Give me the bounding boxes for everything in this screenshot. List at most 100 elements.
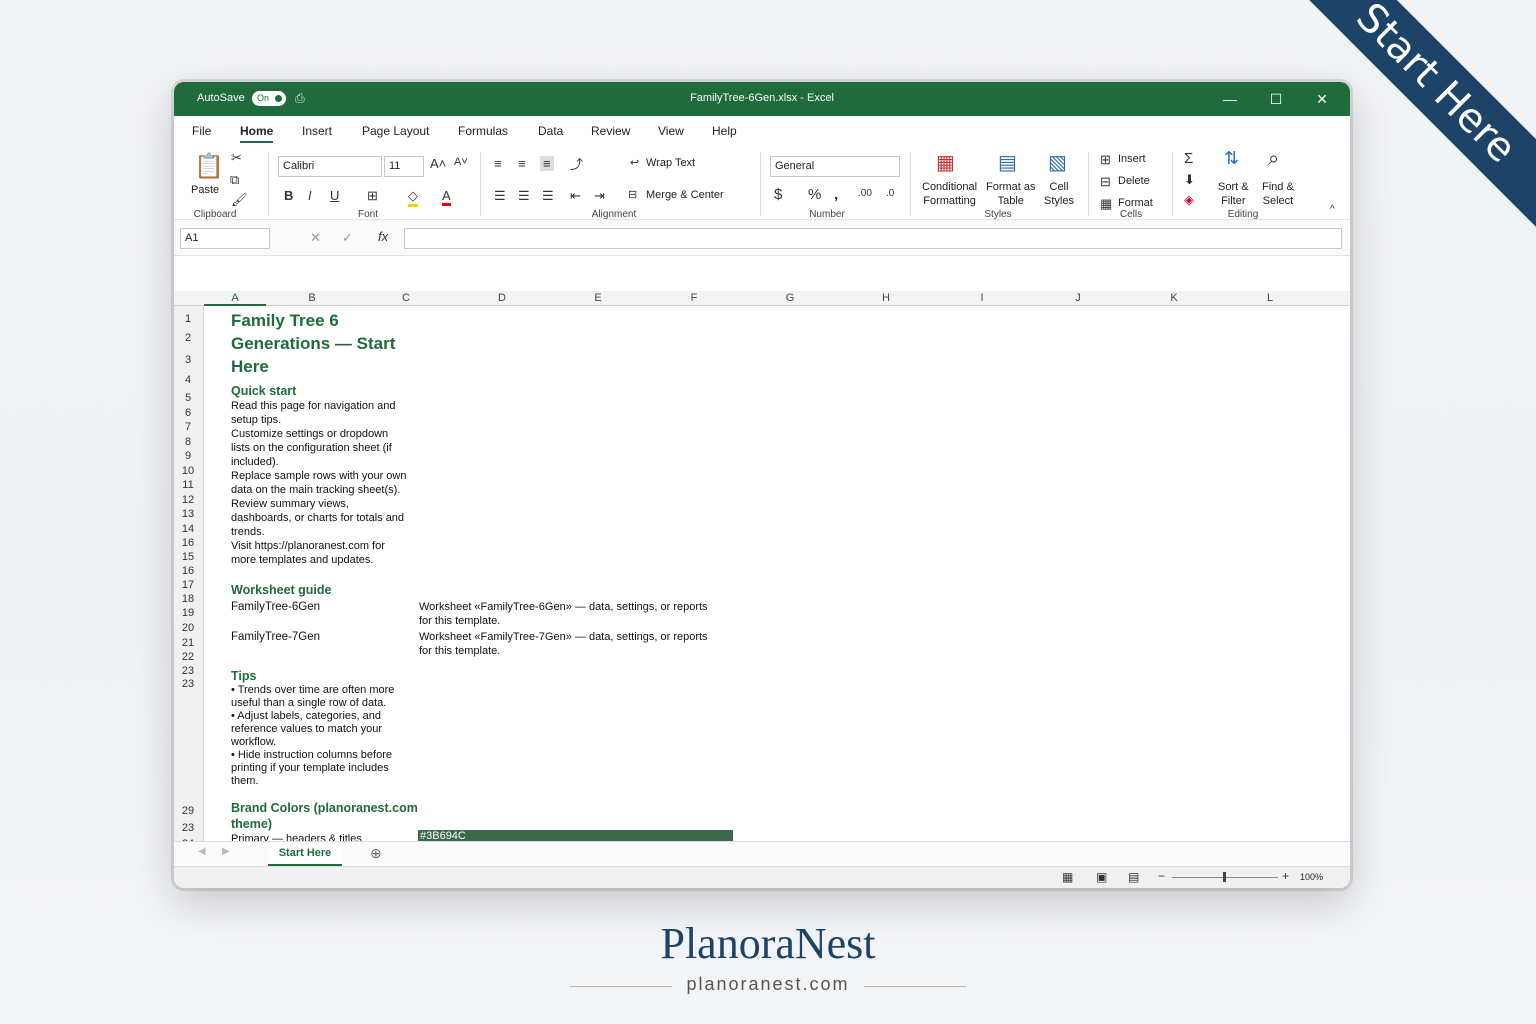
close-icon[interactable]: ✕ — [1306, 87, 1338, 111]
column-header[interactable]: G — [742, 292, 838, 304]
row-header[interactable]: 10 — [174, 465, 202, 477]
zoom-out-icon[interactable]: − — [1158, 869, 1165, 883]
row-header[interactable]: 6 — [174, 407, 202, 419]
column-header[interactable]: D — [454, 292, 550, 304]
tab-insert[interactable]: Insert — [302, 124, 332, 138]
row-header[interactable]: 7 — [174, 421, 202, 433]
row-header[interactable]: 16 — [174, 565, 202, 577]
column-header[interactable]: L — [1222, 292, 1318, 304]
comma-icon[interactable]: , — [834, 186, 838, 203]
underline-icon[interactable]: U — [330, 188, 339, 203]
column-header[interactable]: A — [204, 292, 266, 306]
tab-formulas[interactable]: Formulas — [458, 124, 508, 138]
tab-view[interactable]: View — [658, 124, 684, 138]
copy-icon[interactable]: ⧉ — [230, 172, 239, 188]
row-header[interactable]: 11 — [174, 479, 202, 491]
minimize-icon[interactable]: — — [1214, 87, 1246, 111]
tab-data[interactable]: Data — [538, 124, 563, 138]
clear-icon[interactable]: ◈ — [1184, 192, 1194, 208]
page-layout-view-icon[interactable]: ▣ — [1096, 870, 1107, 884]
merge-icon[interactable]: ⊟ — [628, 188, 637, 201]
fill-icon[interactable]: ⬇ — [1184, 172, 1195, 188]
row-header[interactable]: 21 — [174, 637, 202, 649]
row-header[interactable]: 20 — [174, 622, 202, 634]
row-header[interactable]: 15 — [174, 551, 202, 563]
sort-filter-icon[interactable]: ⇅ — [1224, 148, 1239, 169]
row-header[interactable]: 3 — [174, 354, 202, 366]
insert-cells-button[interactable]: Insert — [1118, 153, 1146, 165]
zoom-slider-thumb[interactable] — [1223, 872, 1226, 882]
row-header[interactable]: 4 — [174, 374, 202, 386]
row-header[interactable]: 2 — [174, 332, 202, 344]
tab-home[interactable]: Home — [240, 124, 274, 143]
decrease-font-icon[interactable]: A˅ — [454, 156, 468, 168]
align-bottom-icon[interactable]: ≡ — [540, 156, 554, 171]
row-header[interactable]: 8 — [174, 436, 202, 448]
insert-cells-icon[interactable]: ⊞ — [1100, 152, 1111, 168]
row-header[interactable]: 22 — [174, 651, 202, 663]
find-select-button[interactable]: Find & Select — [1262, 180, 1294, 208]
zoom-in-icon[interactable]: + — [1282, 869, 1289, 883]
align-center-icon[interactable]: ☰ — [518, 188, 530, 204]
number-format-select[interactable]: General — [770, 156, 900, 177]
orientation-icon[interactable]: ⤴ — [570, 154, 583, 173]
formula-input[interactable] — [404, 228, 1342, 249]
row-header[interactable]: 12 — [174, 494, 202, 506]
row-header[interactable]: 16 — [174, 537, 202, 549]
paste-icon[interactable]: 📋 — [194, 152, 224, 181]
row-header[interactable]: 17 — [174, 579, 202, 591]
merge-center-button[interactable]: Merge & Center — [646, 189, 724, 201]
column-header[interactable]: H — [838, 292, 934, 304]
wrap-text-icon[interactable]: ↩ — [630, 156, 639, 169]
find-select-icon[interactable]: ⌕ — [1268, 148, 1279, 171]
tab-help[interactable]: Help — [712, 124, 737, 138]
format-as-table-button[interactable]: Format as Table — [986, 180, 1036, 208]
align-left-icon[interactable]: ☰ — [494, 188, 506, 204]
align-right-icon[interactable]: ☰ — [542, 188, 554, 204]
percent-icon[interactable]: % — [808, 186, 821, 203]
fill-color-icon[interactable]: ◇ — [408, 188, 418, 207]
align-middle-icon[interactable]: ≡ — [518, 156, 526, 171]
borders-icon[interactable]: ⊞ — [367, 188, 378, 204]
collapse-ribbon-icon[interactable]: ^ — [1330, 204, 1335, 215]
column-header[interactable]: J — [1030, 292, 1126, 304]
row-header[interactable]: 18 — [174, 593, 202, 605]
scroll-left-icon[interactable]: ◀ — [198, 846, 206, 857]
format-as-table-icon[interactable]: ▤ — [998, 150, 1017, 175]
row-header[interactable]: 19 — [174, 607, 202, 619]
worksheet-grid[interactable]: A B C D E F G H I J K L 1 2 3 4 5 6 7 8 … — [174, 291, 1350, 841]
row-header[interactable]: 9 — [174, 450, 202, 462]
row-header[interactable]: 29 — [174, 805, 202, 817]
wrap-text-button[interactable]: Wrap Text — [646, 157, 695, 169]
italic-icon[interactable]: I — [308, 188, 312, 203]
decrease-decimal-icon[interactable]: .0 — [886, 188, 894, 199]
column-header[interactable]: F — [646, 292, 742, 304]
row-header[interactable]: 14 — [174, 523, 202, 535]
decrease-indent-icon[interactable]: ⇤ — [570, 188, 581, 204]
column-header[interactable]: C — [358, 292, 454, 304]
format-cells-button[interactable]: Format — [1118, 197, 1153, 209]
currency-icon[interactable]: $ — [774, 186, 782, 203]
column-header[interactable]: E — [550, 292, 646, 304]
tab-page-layout[interactable]: Page Layout — [362, 124, 429, 138]
tab-review[interactable]: Review — [591, 124, 630, 138]
normal-view-icon[interactable]: ▦ — [1062, 870, 1073, 884]
insert-function-icon[interactable]: fx — [378, 229, 388, 244]
enter-icon[interactable]: ✓ — [342, 230, 353, 246]
increase-font-icon[interactable]: A˄ — [430, 156, 446, 171]
font-size-select[interactable]: 11 — [384, 156, 424, 177]
cut-icon[interactable]: ✂ — [231, 150, 242, 166]
zoom-level[interactable]: 100% — [1300, 872, 1323, 882]
row-header[interactable]: 5 — [174, 392, 202, 404]
add-sheet-icon[interactable]: ⊕ — [370, 845, 382, 862]
brand-url[interactable]: planoranest.com — [0, 974, 1536, 995]
row-header[interactable]: 1 — [174, 313, 202, 325]
bold-icon[interactable]: B — [284, 188, 293, 203]
column-header[interactable]: B — [266, 292, 358, 304]
autosum-icon[interactable]: Σ — [1184, 150, 1193, 167]
conditional-formatting-icon[interactable]: ▦ — [936, 150, 955, 175]
font-name-select[interactable]: Calibri — [278, 156, 382, 177]
row-header[interactable]: 23 — [174, 678, 202, 690]
delete-cells-button[interactable]: Delete — [1118, 175, 1150, 187]
page-break-view-icon[interactable]: ▤ — [1128, 870, 1139, 884]
